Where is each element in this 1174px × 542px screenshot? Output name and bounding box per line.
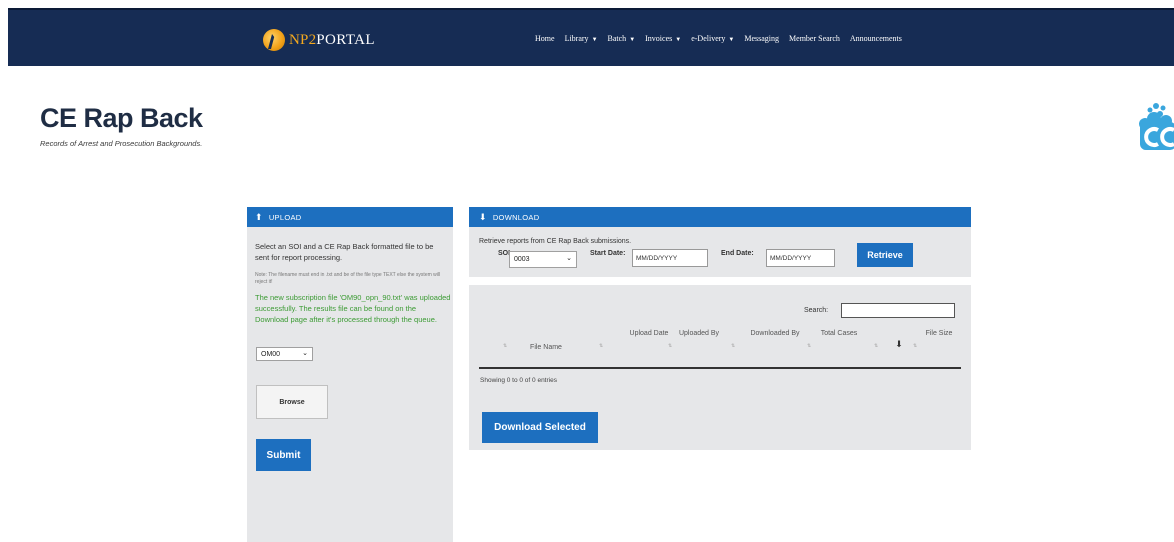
nav-item-announcements[interactable]: Announcements — [850, 34, 902, 43]
panel-divider — [469, 277, 971, 285]
cloud-brand-icon — [1139, 103, 1174, 150]
chevron-down-icon: ⌄ — [566, 255, 572, 262]
nav-item-home[interactable]: Home — [535, 34, 555, 43]
upload-soi-select[interactable]: OM00 ⌄ — [256, 347, 313, 361]
download-selected-button[interactable]: Download Selected — [482, 412, 598, 443]
download-icon: ⬇ — [479, 211, 487, 222]
nav-item-member-search[interactable]: Member Search — [789, 34, 840, 43]
upload-panel-header: ⬆ UPLOAD — [247, 207, 453, 227]
col-upload-date[interactable]: Upload Date — [629, 329, 669, 338]
upload-panel: ⬆ UPLOAD Select an SOI and a CE Rap Back… — [247, 207, 453, 542]
table-entries-info: Showing 0 to 0 of 0 entries — [480, 377, 557, 384]
nav-item-library[interactable]: Library ▼ — [565, 34, 598, 43]
nav-item-e-delivery[interactable]: e-Delivery ▼ — [691, 34, 734, 43]
end-date-label: End Date: — [721, 250, 754, 257]
nav-item-invoices[interactable]: Invoices ▼ — [645, 34, 681, 43]
sort-icon: ⇅ — [668, 343, 673, 349]
download-column-icon[interactable]: ⬇ — [889, 340, 909, 349]
start-date-label: Start Date: — [590, 250, 626, 257]
chevron-down-icon: ⌄ — [302, 350, 308, 357]
start-date-input[interactable]: MM/DD/YYYY — [632, 249, 708, 267]
main-nav: Home Library ▼ Batch ▼ Invoices ▼ e-Deliver… — [535, 34, 902, 43]
download-panel-header: ⬇ DOWNLOAD — [469, 207, 971, 227]
end-date-input[interactable]: MM/DD/YYYY — [766, 249, 835, 267]
col-file-name[interactable]: File Name — [511, 343, 581, 352]
page-subtitle: Records of Arrest and Prosecution Backgr… — [40, 139, 203, 148]
upload-note: Note: The filename must end in .txt and … — [255, 272, 441, 285]
col-uploaded-by[interactable]: Uploaded By — [674, 329, 724, 338]
retrieve-button[interactable]: Retrieve — [857, 243, 913, 267]
page-title: CE Rap Back — [40, 103, 203, 133]
caret-down-icon: ▼ — [728, 37, 735, 43]
download-panel: ⬇ DOWNLOAD Retrieve reports from CE Rap … — [469, 207, 971, 450]
caret-down-icon: ▼ — [675, 37, 682, 43]
download-soi-value: 0003 — [514, 256, 530, 263]
logo-text: PORTAL — [316, 31, 375, 48]
nav-item-batch[interactable]: Batch ▼ — [608, 34, 636, 43]
sort-icon: ⇅ — [731, 343, 736, 349]
browse-button[interactable]: Browse — [256, 385, 328, 419]
download-table-card: Search: ⇅ File Name ⇅ Upload Date ⇅ Uplo… — [469, 285, 971, 450]
table-header-rule — [479, 367, 961, 369]
download-soi-select[interactable]: 0003 ⌄ — [509, 251, 577, 268]
col-downloaded-by[interactable]: Downloaded By — [743, 329, 807, 338]
upload-soi-value: OM00 — [261, 350, 281, 358]
sort-icon: ⇅ — [874, 343, 879, 349]
logo-icon — [263, 29, 285, 51]
nav-item-messaging[interactable]: Messaging — [744, 34, 779, 43]
col-file-size[interactable]: File Size — [921, 329, 957, 338]
page: NP2 PORTAL Home Library ▼ Batch ▼ Invoices… — [0, 0, 1174, 542]
upload-success-message: The new subscription file 'OM90_opn_90.t… — [255, 293, 451, 324]
submit-button[interactable]: Submit — [256, 439, 311, 471]
download-panel-title: DOWNLOAD — [492, 212, 540, 222]
top-navbar: NP2 PORTAL Home Library ▼ Batch ▼ Invoices… — [8, 8, 1174, 66]
upload-instructions: Select an SOI and a CE Rap Back formatte… — [255, 242, 434, 262]
caret-down-icon: ▼ — [629, 37, 636, 43]
upload-panel-title: UPLOAD — [268, 212, 302, 222]
logo-text-accent: NP2 — [289, 31, 317, 48]
search-label: Search: — [804, 307, 829, 314]
sort-icon: ⇅ — [913, 343, 918, 349]
sort-icon: ⇅ — [503, 343, 508, 349]
search-input[interactable] — [841, 303, 955, 318]
sort-icon: ⇅ — [599, 343, 604, 349]
sort-icon: ⇅ — [807, 343, 812, 349]
download-intro: Retrieve reports from CE Rap Back submis… — [479, 238, 632, 245]
caret-down-icon: ▼ — [591, 37, 598, 43]
col-total-cases[interactable]: Total Cases — [819, 329, 859, 338]
upload-icon: ⬆ — [255, 211, 263, 222]
portal-logo[interactable]: NP2 PORTAL — [263, 29, 375, 51]
